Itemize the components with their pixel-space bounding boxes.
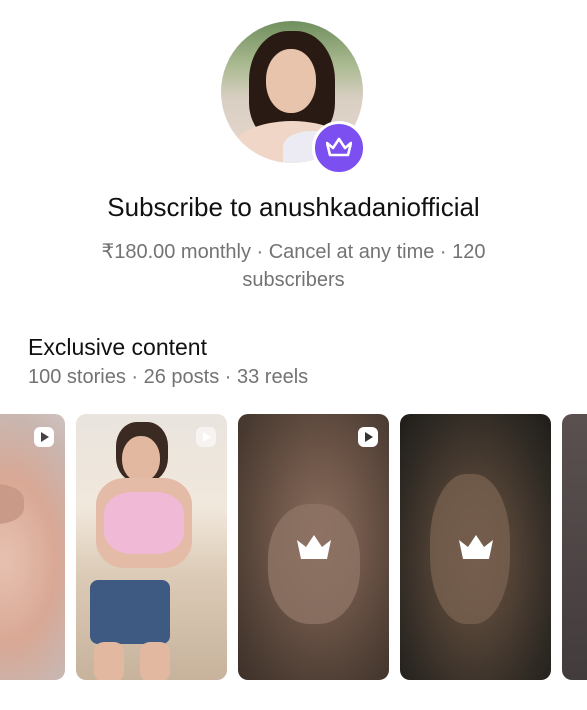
content-thumbnail[interactable] [0, 414, 65, 680]
crown-icon [326, 137, 352, 157]
content-thumbnail[interactable] [76, 414, 227, 680]
subscriber-crown-badge [312, 121, 366, 175]
exclusive-content-carousel[interactable] [0, 414, 587, 682]
content-thumbnail[interactable] [562, 414, 587, 680]
content-thumbnail[interactable] [238, 414, 389, 680]
exclusive-content-heading: Exclusive content [28, 334, 207, 360]
reel-icon [34, 427, 54, 447]
subscription-details: ₹180.00 monthly · Cancel at any time · 1… [101, 241, 486, 291]
crown-icon [458, 535, 493, 559]
content-thumbnail[interactable] [400, 414, 551, 680]
page-title: Subscribe to anushkadaniofficial [107, 192, 480, 222]
reel-icon [196, 427, 216, 447]
crown-icon [296, 535, 331, 559]
reel-icon [358, 427, 378, 447]
exclusive-content-stats: 100 stories · 26 posts · 33 reels [28, 366, 309, 388]
profile-avatar[interactable] [221, 21, 366, 175]
